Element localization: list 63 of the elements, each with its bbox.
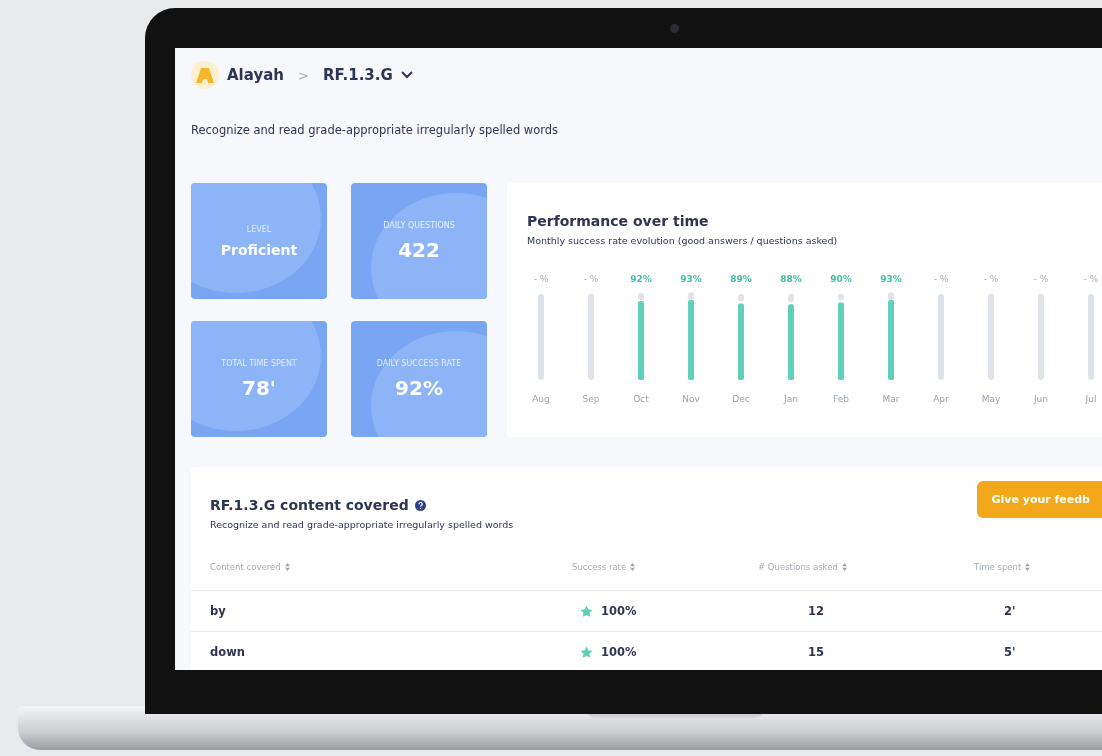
no-data-label: - %: [533, 274, 549, 284]
column-header[interactable]: Success rate: [572, 562, 627, 572]
no-data-label: - %: [933, 274, 949, 284]
avatar-icon: [191, 61, 219, 89]
table-cell-text: 12: [807, 604, 825, 618]
chart-title: Performance over time: [527, 213, 710, 229]
table-cell-text: by: [210, 604, 227, 618]
month-label: Apr: [933, 394, 949, 404]
content-title: RF.1.3.G content covered: [210, 497, 409, 513]
chevron-down-icon[interactable]: [400, 71, 413, 79]
month-label: Jul: [1085, 394, 1097, 404]
month-label: May: [981, 394, 1001, 404]
value-label: 92%: [630, 274, 652, 284]
stat-value: 92%: [395, 375, 443, 400]
sort-icon[interactable]: [841, 563, 847, 571]
table-cell-text: down: [210, 645, 246, 659]
content-subtitle: Recognize and read grade-appropriate irregularly spelled words: [210, 519, 514, 530]
stat-label: TOTAL TIME SPENT: [221, 358, 297, 368]
month-label: Sep: [582, 394, 600, 404]
stat-label: LEVEL: [246, 224, 272, 234]
breadcrumb-separator: >: [298, 67, 309, 83]
stat-label: DAILY SUCCESS RATE: [376, 358, 462, 368]
no-data-label: - %: [983, 274, 999, 284]
stat-value: 78': [242, 375, 276, 400]
star-icon: [580, 604, 593, 618]
table-cell: 100%: [601, 604, 637, 618]
month-label: Nov: [682, 394, 700, 404]
chart-subtitle: Monthly success rate evolution (good answers / questions asked): [527, 235, 839, 246]
student-name[interactable]: Alayah: [227, 66, 284, 84]
sort-icon[interactable]: [630, 563, 636, 571]
value-label: 93%: [680, 274, 702, 284]
star-icon: [580, 645, 593, 659]
standard-description: Recognize and read grade-appropriate irregularly spelled words: [191, 123, 560, 137]
month-label: Oct: [633, 394, 649, 404]
no-data-label: - %: [1083, 274, 1099, 284]
month-label: Jun: [1033, 394, 1049, 404]
no-data-label: - %: [583, 274, 599, 284]
help-icon[interactable]: [414, 499, 426, 511]
camera-icon: [670, 24, 679, 33]
stat-value: 422: [398, 237, 440, 262]
standard-dropdown[interactable]: RF.1.3.G: [322, 66, 393, 84]
feedback-button[interactable]: Give your feedb: [977, 481, 1102, 518]
table-cell-text: 2': [1003, 604, 1017, 618]
value-label: 93%: [880, 274, 902, 284]
sort-icon[interactable]: [1025, 563, 1031, 571]
value-label: 88%: [780, 274, 802, 284]
month-label: Dec: [732, 394, 750, 404]
table-cell-text: 15: [807, 645, 825, 659]
month-label: Aug: [532, 394, 550, 404]
month-label: Mar: [882, 394, 900, 404]
month-label: Jan: [784, 394, 798, 404]
month-label: Feb: [833, 394, 849, 404]
value-label: 89%: [730, 274, 752, 284]
column-header[interactable]: Content covered: [210, 562, 281, 572]
stat-label: DAILY QUESTIONS: [383, 220, 455, 230]
table-cell-text: 5': [1003, 645, 1017, 659]
column-header[interactable]: Time spent: [974, 562, 1022, 572]
no-data-label: - %: [1033, 274, 1049, 284]
value-label: 90%: [830, 274, 852, 284]
table-cell: 100%: [601, 645, 637, 659]
sort-icon[interactable]: [284, 563, 290, 571]
stat-value: Proficient: [220, 241, 298, 258]
column-header[interactable]: # Questions asked: [758, 562, 838, 572]
